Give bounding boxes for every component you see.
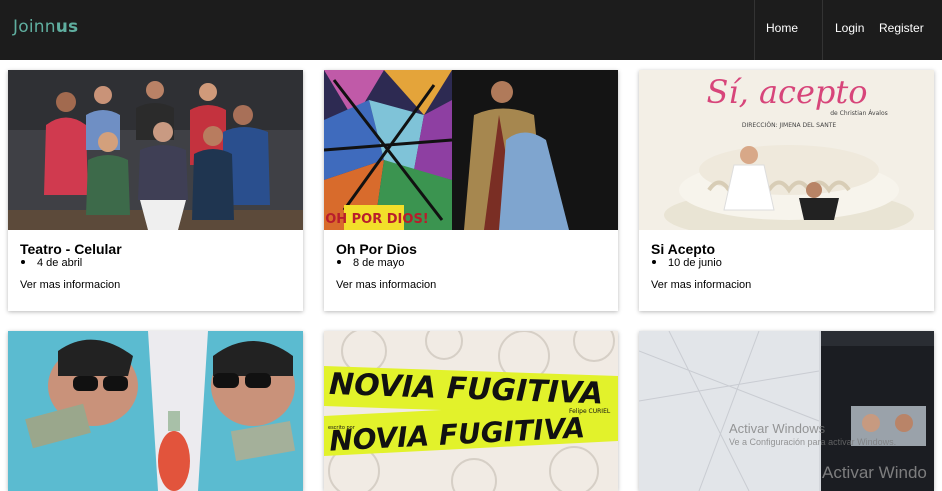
activation-watermark-title: Activar Windows (729, 421, 826, 436)
bullet-icon (337, 260, 341, 265)
poster-title: Sí, acepto (706, 73, 867, 111)
event-title: Teatro - Celular (20, 241, 122, 257)
poster-si-acepto: Sí, acepto de Christian Ávalos DIRECCIÓN… (639, 70, 934, 230)
event-date-text: 8 de mayo (353, 257, 405, 269)
brand-part1: Joinn (13, 17, 56, 37)
event-date: 4 de abril (20, 257, 82, 269)
event-image[interactable] (8, 70, 303, 230)
event-card[interactable]: Teatro - Celular 4 de abril Ver mas info… (8, 70, 303, 311)
navbar: Joinnus Home Login Register (0, 0, 942, 60)
poster-written: escrito por (328, 425, 356, 431)
poster-direction: DIRECCIÓN: JIMENA DEL SANTE (742, 122, 836, 129)
event-title: Si Acepto (651, 241, 716, 257)
event-card[interactable]: Sí, acepto de Christian Ávalos DIRECCIÓN… (639, 70, 934, 311)
poster-text: ¡OH POR DIOS! (324, 212, 429, 227)
event-card[interactable]: ¡OH POR DIOS! Oh Por Dios 8 de mayo Ver … (324, 70, 618, 311)
event-image[interactable]: NOVIA FUGITIVA NOVIA FUGITIVA Felipe CUR… (324, 331, 618, 491)
event-image[interactable]: ¡OH POR DIOS! (324, 70, 618, 230)
poster-author: de Christian Ávalos (830, 110, 888, 117)
more-info-link[interactable]: Ver mas informacion (336, 279, 436, 291)
nav-home-link[interactable]: Home (766, 21, 798, 35)
brand-part2: us (55, 17, 79, 37)
more-info-link[interactable]: Ver mas informacion (20, 279, 120, 291)
poster-credit: Felipe CURIEL (569, 408, 611, 415)
activation-watermark-subtitle: Ve a Configuración para activar Windows. (729, 437, 897, 447)
event-title: Oh Por Dios (336, 241, 417, 257)
event-date: 8 de mayo (336, 257, 404, 269)
nav-login-link[interactable]: Login (835, 21, 864, 35)
event-card[interactable]: NOVIA FUGITIVA NOVIA FUGITIVA Felipe CUR… (324, 331, 618, 491)
event-date-text: 10 de junio (668, 257, 722, 269)
activation-watermark-large: Activar Windo (822, 463, 927, 482)
event-date-text: 4 de abril (37, 257, 83, 269)
event-image[interactable]: Sí, acepto de Christian Ávalos DIRECCIÓN… (639, 70, 934, 230)
nav-divider (822, 0, 823, 60)
stage-photo: ¡OH POR DIOS! (324, 70, 618, 230)
nav-divider (754, 0, 755, 60)
event-card[interactable] (8, 331, 303, 491)
cast-photo (8, 70, 303, 230)
nav-register-link[interactable]: Register (879, 21, 924, 35)
event-image[interactable] (8, 331, 303, 491)
bullet-icon (652, 260, 656, 265)
poster-photo (8, 331, 303, 491)
brand-logo[interactable]: Joinnus (13, 17, 78, 37)
bullet-icon (21, 260, 25, 265)
event-date: 10 de junio (651, 257, 722, 269)
more-info-link[interactable]: Ver mas informacion (651, 279, 751, 291)
poster-novia-fugitiva: NOVIA FUGITIVA NOVIA FUGITIVA Felipe CUR… (324, 331, 618, 491)
